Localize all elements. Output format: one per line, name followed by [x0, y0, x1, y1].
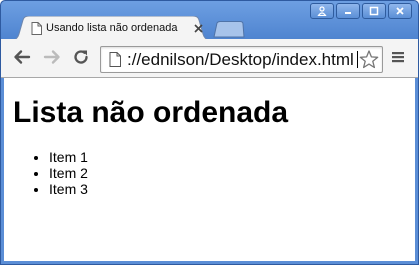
back-arrow-icon	[13, 49, 31, 70]
page-icon	[109, 52, 121, 72]
forward-button[interactable]	[41, 49, 63, 69]
bookmark-star-icon[interactable]	[359, 50, 379, 74]
page-favicon-icon	[31, 22, 42, 40]
tab-title: Usando lista não ordenada	[46, 22, 178, 34]
minimize-button[interactable]	[336, 3, 360, 19]
close-icon	[395, 6, 405, 16]
tab-active[interactable]: Usando lista não ordenada	[9, 16, 213, 41]
window-controls	[310, 3, 412, 21]
reload-button[interactable]	[70, 49, 92, 69]
close-window-button[interactable]	[388, 3, 412, 19]
list-item: Item 1	[49, 149, 88, 165]
new-tab-button[interactable]	[213, 21, 245, 38]
address-text: ://ednilson/Desktop/index.html	[127, 50, 354, 69]
list-item: Item 3	[49, 181, 88, 197]
chrome-menu-button[interactable]	[389, 49, 407, 69]
reload-icon	[72, 48, 90, 71]
unordered-list: Item 1 Item 2 Item 3	[13, 149, 88, 197]
back-button[interactable]	[11, 49, 33, 69]
text-caret	[357, 51, 358, 68]
minimize-icon	[343, 6, 353, 16]
tab-close-icon[interactable]	[191, 21, 205, 35]
maximize-icon	[369, 6, 379, 16]
browser-window: Usando lista não ordenada://ednilson/De…	[0, 0, 419, 265]
page-content: Lista não ordenada Item 1 Item 2 Item 3	[4, 78, 415, 261]
list-item: Item 2	[49, 165, 88, 181]
menu-icon	[391, 50, 405, 69]
forward-arrow-icon	[43, 49, 61, 70]
address-bar[interactable]: ://ednilson/Desktop/index.html	[100, 46, 383, 73]
user-icon	[317, 6, 327, 16]
page-heading: Lista não ordenada	[13, 96, 289, 129]
maximize-button[interactable]	[362, 3, 386, 19]
user-profile-button[interactable]	[310, 3, 334, 19]
title-bar[interactable]: Usando lista não ordenada	[1, 1, 418, 41]
